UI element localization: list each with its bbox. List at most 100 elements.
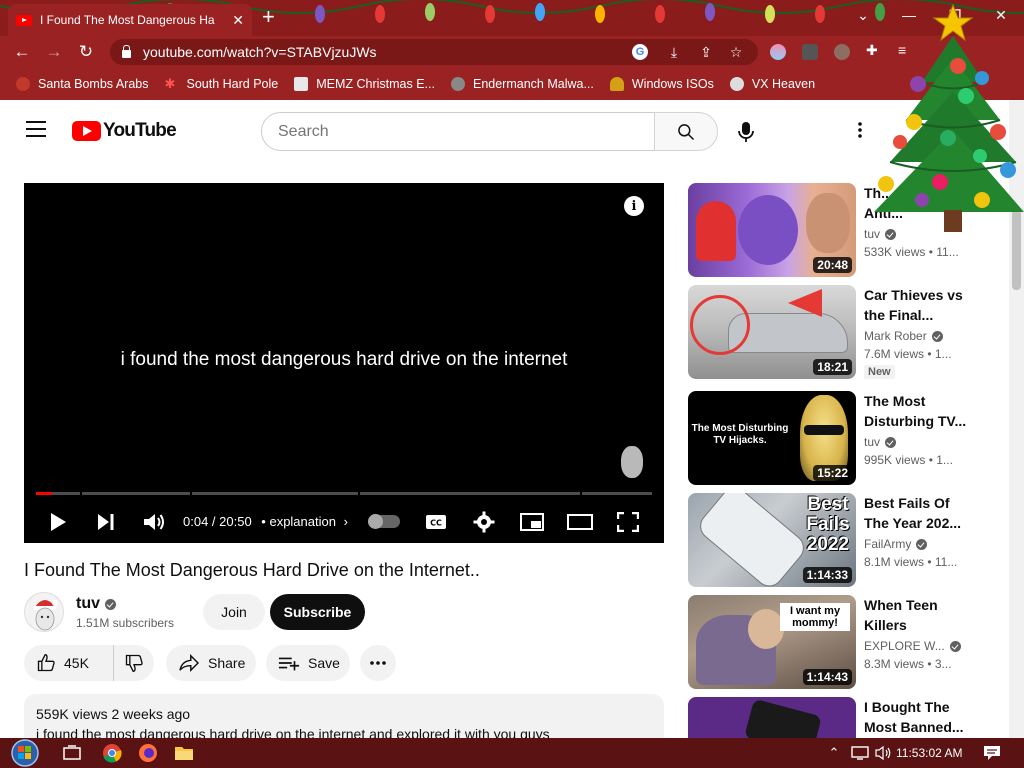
extensions-puzzle-icon[interactable]: ✚ [866, 42, 882, 58]
menu-hamburger-icon[interactable] [26, 121, 46, 137]
share-button[interactable]: Share [166, 645, 256, 681]
video-thumbnail[interactable] [688, 697, 856, 738]
voice-search-button[interactable] [728, 114, 764, 150]
channel-avatar[interactable] [24, 592, 64, 632]
suggested-video-title[interactable]: Best Fails Of The Year 202... [864, 493, 968, 533]
task-view-icon[interactable] [60, 741, 84, 765]
reading-list-icon[interactable]: ≡ [898, 42, 914, 58]
progress-bar[interactable] [36, 492, 652, 495]
suggested-video-title[interactable]: Car Thieves vs the Final... [864, 285, 968, 325]
channel-name[interactable]: tuv [76, 595, 100, 613]
tab-search-chevron-down-icon[interactable]: ⌄ [840, 0, 886, 30]
more-actions-button[interactable] [360, 645, 396, 681]
network-icon[interactable] [848, 741, 872, 765]
subscribe-button[interactable]: Subscribe [270, 594, 365, 630]
suggested-video-title[interactable]: When Teen Killers Realize... [864, 595, 968, 635]
suggested-video-title[interactable]: Th... Wo... of Anti... [864, 183, 968, 223]
player-controls: 0:04 / 20:50 • explanation › CC [24, 503, 664, 539]
bookmark-item[interactable]: MEMZ Christmas E... [294, 77, 435, 91]
bookmark-item[interactable]: Endermanch Malwa... [450, 77, 594, 91]
suggested-video-title[interactable]: The Most Disturbing TV... [864, 391, 968, 431]
chapter-title[interactable]: • explanation [261, 514, 336, 529]
start-button[interactable] [8, 738, 42, 768]
search-input[interactable] [278, 122, 654, 141]
video-thumbnail[interactable]: Best Fails 2022 1:14:33 [688, 493, 856, 587]
suggested-channel-name[interactable]: FailArmy [864, 537, 911, 551]
suggested-video[interactable]: Best Fails 2022 1:14:33 Best Fails Of Th… [688, 493, 988, 589]
bookmark-star-icon[interactable]: ☆ [728, 44, 744, 60]
suggested-video[interactable]: I want my mommy! 1:14:43 When Teen Kille… [688, 595, 988, 691]
save-button[interactable]: Save [266, 645, 350, 681]
suggested-video[interactable]: The Most Disturbing TV Hijacks. 15:22 Th… [688, 391, 988, 487]
bookmark-item[interactable]: Windows ISOs [609, 77, 714, 91]
chapter-chevron-right-icon[interactable]: › [344, 514, 348, 529]
system-clock[interactable]: 11:53:02 AM [896, 746, 963, 760]
speaker-volume-icon[interactable] [872, 741, 896, 765]
suggested-video-title[interactable]: I Bought The Most Banned... [864, 697, 968, 737]
action-center-notification-icon[interactable] [980, 741, 1004, 765]
google-lens-icon[interactable]: G [632, 44, 648, 60]
chrome-taskbar-icon[interactable] [100, 741, 124, 765]
new-tab-button[interactable]: + [262, 6, 275, 28]
video-thumbnail[interactable]: I want my mommy! 1:14:43 [688, 595, 856, 689]
forward-arrow-icon[interactable]: → [42, 40, 66, 64]
theater-mode-icon[interactable] [566, 508, 594, 536]
bookmark-item[interactable]: ✱ South Hard Pole [164, 77, 278, 92]
video-player[interactable]: i i found the most dangerous hard drive … [24, 183, 664, 543]
address-bar[interactable]: youtube.com/watch?v=STABVjzuJWs G ⤓ ⇪ ☆ [110, 39, 758, 65]
extension-s-icon[interactable] [802, 44, 818, 60]
share-icon[interactable]: ⇪ [698, 44, 714, 60]
search-button[interactable] [654, 112, 718, 151]
dislike-button[interactable] [114, 645, 154, 681]
close-tab-icon[interactable]: ✕ [232, 12, 244, 29]
info-card-icon[interactable]: i [624, 196, 644, 216]
captions-icon[interactable]: CC [422, 508, 450, 536]
video-thumbnail[interactable]: 20:48 [688, 183, 856, 277]
suggested-video[interactable]: 18:21 Car Thieves vs the Final... Mark R… [688, 285, 988, 381]
description-box[interactable]: 559K views 2 weeks ago i found the most … [24, 694, 664, 738]
suggested-channel-name[interactable]: tuv [864, 435, 880, 449]
maximize-button[interactable]: ❐ [932, 0, 978, 30]
suggested-channel-name[interactable]: tuv [864, 227, 880, 241]
more-options-kebab-icon[interactable] [850, 118, 870, 142]
back-arrow-icon[interactable]: ← [10, 40, 34, 64]
youtube-favicon-icon [16, 14, 32, 26]
new-badge: New [864, 365, 895, 379]
close-window-button[interactable]: ✕ [978, 0, 1024, 30]
extension-flag-icon[interactable] [770, 44, 786, 60]
subscriber-count: 1.51M subscribers [76, 616, 175, 630]
thumbs-down-icon [125, 654, 143, 673]
volume-icon[interactable] [140, 508, 168, 536]
suggested-channel-name[interactable]: Mark Rober [864, 329, 927, 343]
search-icon [678, 123, 695, 140]
channel-watermark-face-icon[interactable] [621, 446, 643, 478]
youtube-play-logo-icon [72, 121, 101, 141]
file-explorer-icon[interactable] [172, 741, 196, 765]
bookmark-item[interactable]: Santa Bombs Arabs [16, 77, 148, 91]
like-button[interactable]: 45K [24, 645, 114, 681]
next-video-icon[interactable] [92, 508, 120, 536]
video-thumbnail[interactable]: The Most Disturbing TV Hijacks. 15:22 [688, 391, 856, 485]
minimize-button[interactable]: — [886, 0, 932, 30]
reload-icon[interactable]: ↻ [74, 40, 98, 64]
show-hidden-icons-chevron-up-icon[interactable]: ⌃ [822, 741, 846, 765]
firefox-taskbar-icon[interactable] [136, 741, 160, 765]
video-thumbnail[interactable]: 18:21 [688, 285, 856, 379]
suggested-video[interactable]: I Bought The Most Banned... [688, 697, 988, 738]
suggested-video-views: 8.3M views • 3... [864, 657, 952, 671]
join-button[interactable]: Join [203, 594, 265, 630]
browser-tab-active[interactable]: I Found The Most Dangerous Ha ✕ [8, 4, 252, 36]
fullscreen-icon[interactable] [614, 508, 642, 536]
settings-gear-icon[interactable] [470, 508, 498, 536]
play-icon[interactable] [44, 508, 72, 536]
install-app-icon[interactable]: ⤓ [666, 44, 682, 60]
suggested-video[interactable]: 20:48 Th... Wo... of Anti... tuv 533K vi… [688, 183, 988, 279]
suggested-channel-name[interactable]: EXPLORE W... [864, 639, 945, 653]
suggested-video-views: 533K views • 11... [864, 245, 959, 259]
youtube-logo[interactable]: YouTube [72, 120, 177, 142]
bookmark-item[interactable]: VX Heaven [729, 77, 815, 91]
profile-avatar-icon[interactable] [834, 44, 850, 60]
miniplayer-icon[interactable] [518, 508, 546, 536]
autoplay-toggle[interactable] [368, 514, 400, 529]
page-scrollbar[interactable] [1009, 100, 1024, 738]
